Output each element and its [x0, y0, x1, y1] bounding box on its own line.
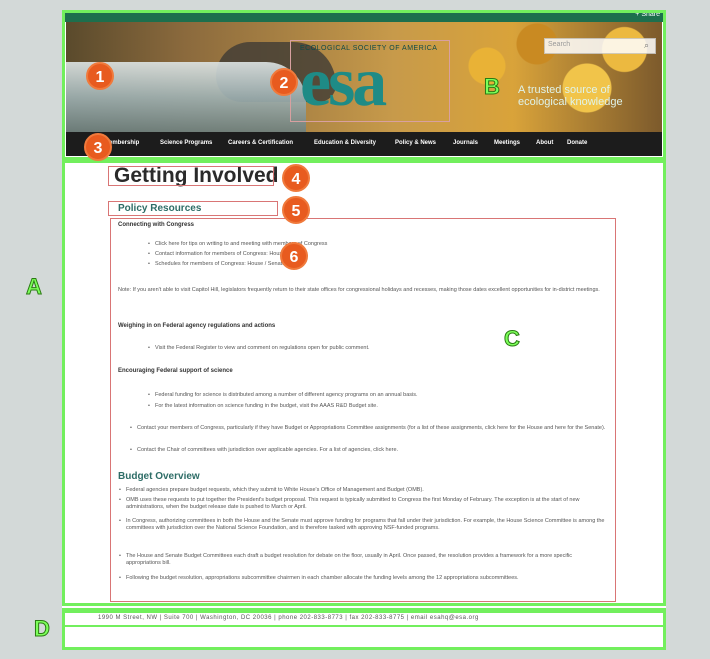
annotation-letter-d: D	[34, 616, 51, 642]
annotation-badge-1: 1	[86, 62, 114, 90]
annotation-letter-a: A	[26, 274, 43, 300]
annotation-badge-5: 5	[282, 196, 310, 224]
annotation-letter-b: B	[484, 74, 501, 100]
annotation-box-content	[62, 160, 666, 606]
annotation-badge-2: 2	[270, 68, 298, 96]
annotation-box-header	[62, 10, 666, 160]
annotation-badge-4: 4	[282, 164, 310, 192]
annotation-badge-6: 6	[280, 242, 308, 270]
annotation-badge-3: 3	[84, 133, 112, 161]
annotation-letter-c: C	[504, 326, 521, 352]
annotation-box-footer-inner	[62, 611, 666, 627]
